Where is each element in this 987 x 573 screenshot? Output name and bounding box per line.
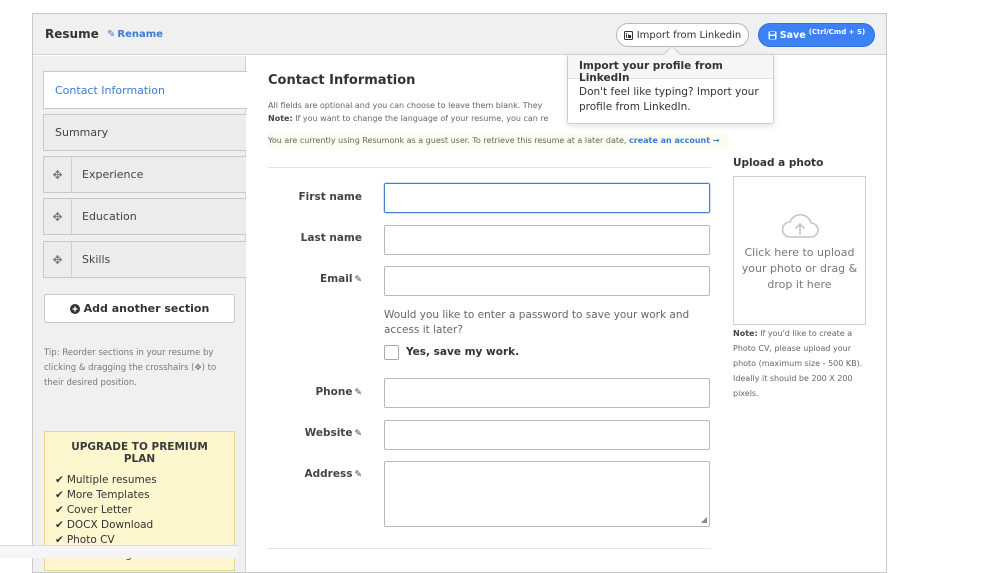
plus-circle-icon [69, 303, 80, 314]
save-label: Save [779, 29, 806, 41]
rename-link[interactable]: ✎ Rename [107, 29, 163, 40]
crosshair-drag-icon[interactable]: ✥ [44, 199, 72, 234]
email-label: Email ✎ [320, 273, 362, 285]
sidebar-item-label: Education [82, 210, 137, 223]
sidebar-item-label: Contact Information [55, 83, 165, 97]
divider [268, 548, 711, 549]
password-prompt: Would you like to enter a password to sa… [384, 309, 690, 336]
reorder-tip: Tip: Reorder sections in your resume by … [44, 348, 217, 388]
create-account-link[interactable]: create an account → [629, 136, 720, 145]
first-name-field[interactable] [384, 183, 710, 213]
guest-notice: You are currently using Resumonk as a gu… [268, 133, 728, 149]
photo-note: Note: If you'd like to create a Photo CV… [733, 329, 863, 398]
premium-title: UPGRADE TO PREMIUM PLAN [71, 441, 208, 465]
check-icon: ✔ [55, 519, 64, 531]
check-icon: ✔ [55, 489, 64, 501]
upload-photo-heading: Upload a photo [733, 157, 824, 169]
linkedin-icon [623, 30, 633, 40]
sidebar-item-education[interactable]: ✥ Education [43, 198, 246, 235]
upload-instructions: Click here to upload your photo or drag … [741, 246, 858, 291]
save-button[interactable]: Save (Ctrl/Cmd + S) [758, 23, 875, 47]
sidebar-item-experience[interactable]: ✥ Experience [43, 156, 246, 193]
check-icon: ✔ [55, 474, 64, 486]
floppy-icon [768, 31, 777, 39]
first-name-label: First name [298, 191, 363, 203]
photo-upload-dropzone[interactable]: Click here to upload your photo or drag … [733, 176, 866, 325]
list-item: ✔ More Templates [55, 489, 150, 501]
popover-body: Don't feel like typing? Import your prof… [579, 86, 759, 113]
pencil-icon[interactable]: ✎ [354, 275, 362, 285]
linkedin-import-popover: Import your profile from LinkedIn Don't … [567, 45, 774, 124]
sidebar-item-summary[interactable]: Summary [43, 114, 246, 151]
form-intro: All fields are optional and you can choo… [268, 101, 549, 123]
save-shortcut-hint: (Ctrl/Cmd + S) [808, 28, 866, 36]
resize-handle-icon[interactable]: ◢ [701, 515, 707, 524]
save-work-checkbox[interactable] [384, 345, 399, 360]
website-field[interactable] [384, 420, 710, 450]
popover-title: Import your profile from LinkedIn [568, 55, 773, 84]
pencil-icon[interactable]: ✎ [354, 470, 362, 480]
website-label: Website ✎ [304, 427, 362, 439]
list-item: ✔ DOCX Download [55, 519, 154, 531]
sidebar-item-label: Summary [55, 126, 109, 139]
top-bar: Resume ✎ Rename Import from Linkedin Save… [33, 14, 886, 55]
page-title: Contact Information [268, 73, 416, 88]
import-label: Import from Linkedin [636, 29, 742, 41]
sections-sidebar: Contact Information Summary ✥ Experience… [33, 56, 247, 572]
divider [268, 167, 711, 168]
pencil-icon[interactable]: ✎ [354, 429, 362, 439]
sidebar-item-contact-information[interactable]: Contact Information [43, 71, 247, 109]
document-title: Resume [45, 27, 99, 41]
address-textarea[interactable]: ◢ [384, 461, 710, 527]
list-item: ✔ Multiple resumes [55, 474, 157, 486]
pencil-icon[interactable]: ✎ [354, 388, 362, 398]
horizontal-scrollbar[interactable] [0, 545, 238, 558]
pencil-icon: ✎ [107, 29, 116, 40]
sidebar-item-skills[interactable]: ✥ Skills [43, 241, 246, 278]
rename-label: Rename [117, 29, 163, 40]
last-name-field[interactable] [384, 225, 710, 255]
add-section-label: Add another section [83, 302, 210, 315]
crosshair-drag-icon[interactable]: ✥ [44, 157, 72, 192]
sidebar-item-label: Experience [82, 168, 144, 181]
phone-label: Phone ✎ [315, 386, 362, 398]
import-linkedin-button[interactable]: Import from Linkedin [616, 23, 749, 47]
add-section-button[interactable]: Add another section [44, 294, 235, 323]
phone-field[interactable] [384, 378, 710, 408]
cloud-upload-icon [781, 213, 819, 238]
email-field[interactable] [384, 266, 710, 296]
contact-form-panel: Contact Information All fields are optio… [268, 56, 886, 572]
crosshair-drag-icon[interactable]: ✥ [44, 242, 72, 277]
guest-notice-text: You are currently using Resumonk as a gu… [268, 136, 627, 145]
save-work-label[interactable]: Yes, save my work. [406, 346, 519, 358]
list-item: ✔ Cover Letter [55, 504, 133, 516]
check-icon: ✔ [55, 504, 64, 516]
last-name-label: Last name [300, 232, 362, 244]
sidebar-item-label: Skills [82, 253, 111, 266]
address-label: Address ✎ [304, 468, 362, 480]
